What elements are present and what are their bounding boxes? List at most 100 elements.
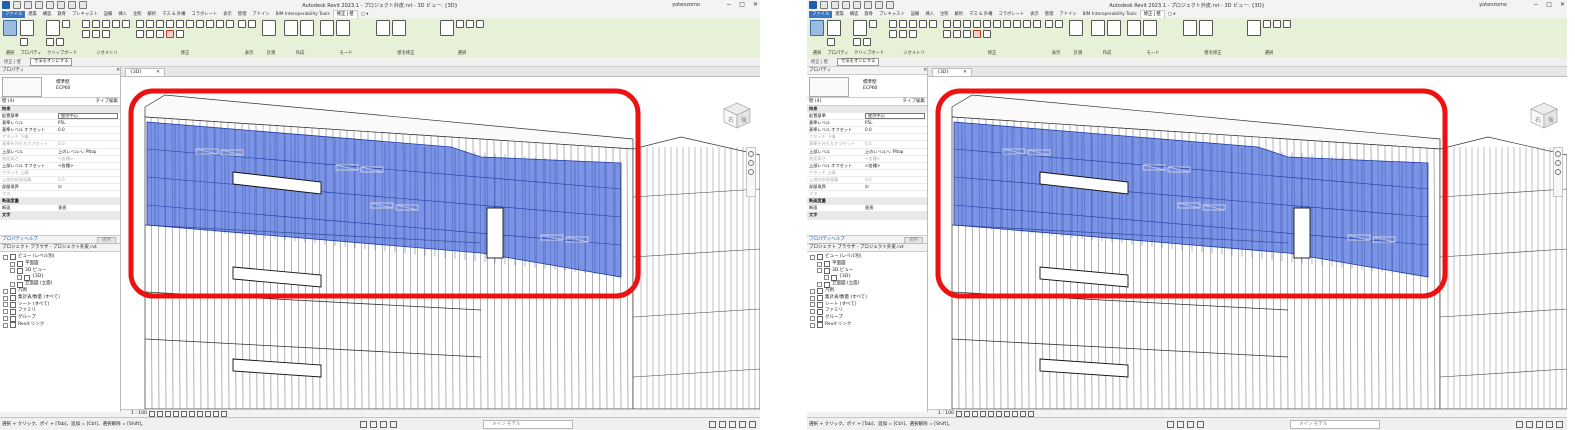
edit-selection-icon[interactable]	[476, 20, 484, 28]
tab-architecture[interactable]: 建築	[832, 11, 847, 18]
unpin-icon[interactable]	[176, 30, 184, 38]
tab-analyze[interactable]: 解析	[145, 11, 160, 18]
property-category[interactable]: 拘束	[0, 106, 120, 114]
mirror-axis-icon[interactable]	[963, 20, 971, 28]
instance-filter[interactable]: 壁 (4) タイプ編集	[807, 98, 927, 106]
tab-bim-interop[interactable]: BIM Interoperability Tools	[273, 11, 333, 18]
property-row[interactable]: 基準レベル P5L	[807, 120, 927, 128]
mirror-axis-icon[interactable]	[156, 20, 164, 28]
property-value[interactable]: <各種>	[863, 163, 927, 169]
edit-profile-reset-icon[interactable]	[336, 20, 350, 36]
tab-view[interactable]: 表示	[1027, 11, 1042, 18]
property-value[interactable]: 上のレベルへ: Pltop	[863, 149, 927, 155]
zoom-icon[interactable]	[748, 160, 754, 166]
move-icon[interactable]	[1023, 20, 1031, 28]
tab-more[interactable]: □ ▾	[358, 11, 372, 18]
match-icon[interactable]	[863, 38, 871, 46]
property-row[interactable]: 断面 垂直	[807, 205, 927, 213]
wall-joins-icon[interactable]	[112, 20, 120, 28]
property-row[interactable]: 断面 垂直	[0, 205, 120, 213]
property-value[interactable]: 上のレベルへ: Pltop	[56, 149, 120, 155]
edit-profile-reset-icon[interactable]	[1143, 20, 1157, 36]
offset-icon[interactable]	[146, 20, 154, 28]
modify-cursor-icon[interactable]	[810, 20, 824, 36]
user-name[interactable]: yotenzomo	[1479, 2, 1507, 8]
activate-dimensions-button[interactable]: 寸法をオンにする	[837, 58, 880, 66]
property-row[interactable]: アタッチ 上端	[0, 170, 120, 177]
unpin-icon[interactable]	[983, 30, 991, 38]
property-row[interactable]: 上部の拡張距離 0.0	[807, 177, 927, 185]
cut-geometry-icon[interactable]	[92, 20, 100, 28]
maximize-icon[interactable]: □	[1546, 1, 1552, 8]
browser-item[interactable]: Revit リンク	[807, 322, 927, 329]
move-icon[interactable]	[216, 20, 224, 28]
properties-help-link[interactable]: プロパティヘルプ	[2, 236, 38, 243]
active-model-field[interactable]: メイン モデル	[483, 420, 573, 429]
property-category[interactable]: 文字	[0, 212, 120, 220]
close-icon[interactable]: ✕	[156, 70, 160, 75]
edit-profile-icon[interactable]	[320, 20, 334, 36]
browser-item[interactable]: ビュー (レベル別)	[0, 254, 120, 261]
browser-item[interactable]: ビュー (レベル別)	[807, 254, 927, 261]
property-row[interactable]: 基準レベル オフセット 0.0	[807, 127, 927, 135]
property-value[interactable]	[56, 191, 120, 197]
tab-modify-wall[interactable]: 修正 | 壁	[1139, 10, 1165, 18]
minimize-icon[interactable]: −	[726, 1, 731, 8]
drag-elements-icon[interactable]	[1546, 421, 1553, 428]
close-icon[interactable]: ✕	[753, 1, 758, 8]
view-tab-3d[interactable]: {3D} ✕	[932, 68, 972, 76]
design-options-icon[interactable]	[1177, 421, 1184, 428]
close-icon[interactable]: ✕	[116, 67, 120, 74]
property-row[interactable]: アタッチ 下端	[807, 134, 927, 142]
tab-more[interactable]: □ ▾	[1165, 11, 1179, 18]
property-value[interactable]	[863, 191, 927, 197]
tab-annotate[interactable]: 注釈	[130, 11, 145, 18]
filter-status-icon[interactable]	[749, 421, 756, 428]
edit-selection-icon[interactable]	[1283, 20, 1291, 28]
tab-collaborate[interactable]: コラボレート	[188, 11, 220, 18]
beam-icon[interactable]	[102, 30, 110, 38]
view-scale[interactable]: 1 : 100	[131, 410, 147, 417]
property-value[interactable]: <各種>	[863, 156, 927, 162]
property-row[interactable]: マス	[807, 191, 927, 199]
browser-item[interactable]: Revit リンク	[0, 322, 120, 329]
expand-icon[interactable]	[3, 316, 8, 322]
browser-item[interactable]: {3D}	[807, 274, 927, 281]
browser-item[interactable]: 3D ビュー	[0, 268, 120, 275]
browser-item[interactable]: {3D}	[0, 274, 120, 281]
create-assembly-icon[interactable]	[300, 20, 314, 36]
property-value[interactable]	[56, 170, 120, 176]
editable-only-icon[interactable]	[380, 421, 387, 428]
expand-icon[interactable]	[810, 295, 815, 301]
tab-annotate[interactable]: 注釈	[937, 11, 952, 18]
property-value[interactable]: <各種>	[56, 156, 120, 162]
property-row[interactable]: 基準レベル オフセット 0.0	[0, 127, 120, 135]
delete-icon[interactable]	[973, 30, 981, 38]
tab-addins[interactable]: アドイン	[1056, 11, 1079, 18]
tab-structure[interactable]: 構造	[40, 11, 55, 18]
measure-tool-icon[interactable]	[1069, 20, 1083, 36]
worksets-icon[interactable]	[360, 421, 367, 428]
mirror-draw-icon[interactable]	[973, 20, 981, 28]
expand-icon[interactable]	[817, 282, 822, 288]
orbit-icon[interactable]	[748, 169, 754, 175]
select-underlay-icon[interactable]	[719, 421, 726, 428]
browser-item[interactable]: 平面図	[807, 261, 927, 268]
trim-icon[interactable]	[953, 30, 961, 38]
property-value[interactable]: 0.0	[863, 127, 927, 133]
hide-icon[interactable]	[1045, 20, 1053, 28]
property-value[interactable]: 壁の中心	[58, 113, 118, 120]
property-value[interactable]	[863, 170, 927, 176]
pin-icon[interactable]	[993, 20, 1001, 28]
property-row[interactable]: 基準レベル P5L	[0, 120, 120, 128]
rotate-icon[interactable]	[943, 30, 951, 38]
properties-icon[interactable]	[20, 20, 34, 36]
property-value[interactable]: ☑	[56, 184, 120, 190]
paste-icon[interactable]	[46, 20, 60, 36]
user-name[interactable]: yotenzomo	[672, 2, 700, 8]
expand-icon[interactable]	[824, 275, 829, 281]
cut-icon[interactable]	[62, 20, 70, 28]
filter-status-icon[interactable]	[1556, 421, 1563, 428]
expand-icon[interactable]	[3, 295, 8, 301]
property-value[interactable]: P5L	[56, 120, 120, 126]
